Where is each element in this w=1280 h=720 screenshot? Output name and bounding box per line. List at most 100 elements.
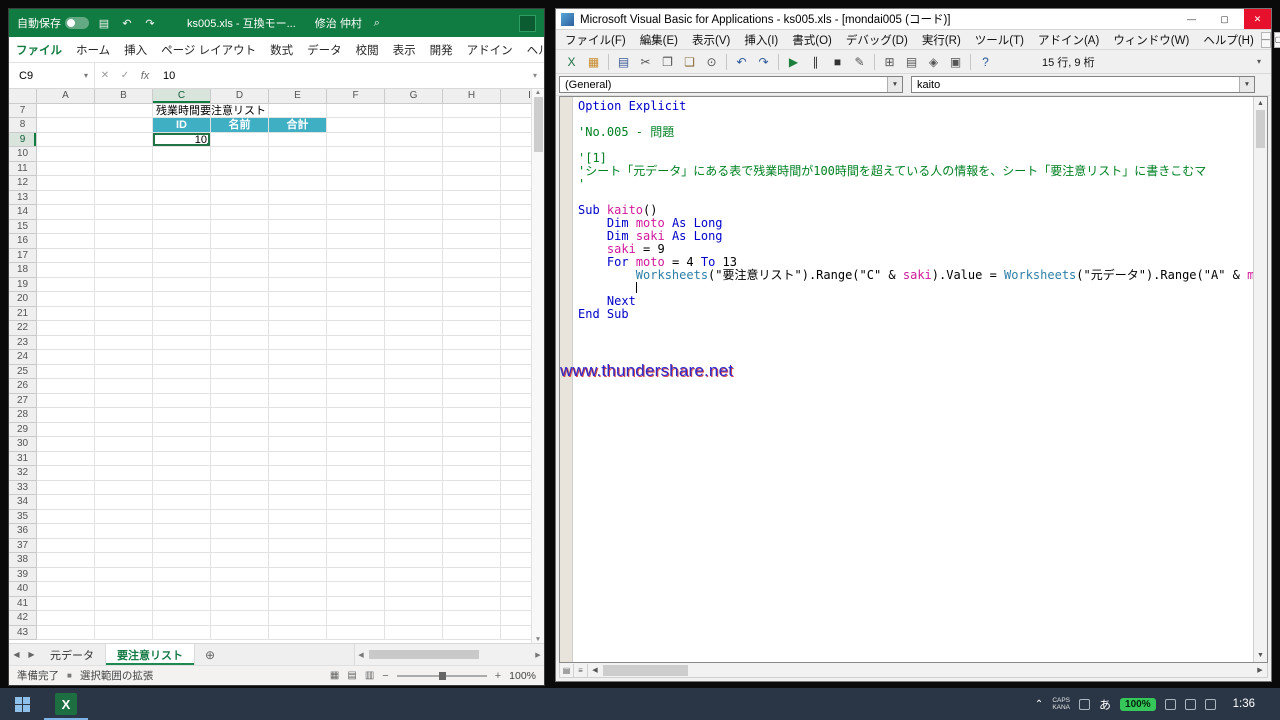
cell-E33[interactable] <box>269 481 327 496</box>
ribbon-tab[interactable]: 校閲 <box>349 42 386 58</box>
cell-A30[interactable] <box>37 437 95 452</box>
scroll-right-icon[interactable]: ▶ <box>532 651 544 659</box>
cell-E37[interactable] <box>269 539 327 554</box>
cell-E39[interactable] <box>269 568 327 583</box>
cell-G35[interactable] <box>385 510 443 525</box>
cell-H25[interactable] <box>443 365 501 380</box>
cell-F38[interactable] <box>327 553 385 568</box>
cell-F8[interactable] <box>327 118 385 133</box>
cell-G18[interactable] <box>385 263 443 278</box>
cell-F14[interactable] <box>327 205 385 220</box>
row-header-9[interactable]: 9 <box>9 133 37 148</box>
cell-B26[interactable] <box>95 379 153 394</box>
cell-E9[interactable] <box>269 133 327 148</box>
cell-D33[interactable] <box>211 481 269 496</box>
cell-B32[interactable] <box>95 466 153 481</box>
cell-A9[interactable] <box>37 133 95 148</box>
design-mode-icon[interactable]: ✎ <box>849 52 870 72</box>
cell-F19[interactable] <box>327 278 385 293</box>
mdi-restore-button[interactable]: ▢ <box>1274 32 1280 48</box>
cell-E21[interactable] <box>269 307 327 322</box>
row-header-37[interactable]: 37 <box>9 539 37 554</box>
cell-E28[interactable] <box>269 408 327 423</box>
cell-C7[interactable]: 残業時間要注意リスト <box>153 104 211 119</box>
cell-H8[interactable] <box>443 118 501 133</box>
cell-B38[interactable] <box>95 553 153 568</box>
save-icon[interactable]: ▤ <box>96 17 112 30</box>
row-header-38[interactable]: 38 <box>9 553 37 568</box>
ribbon-tab[interactable]: ファイル <box>9 42 69 58</box>
cell-B31[interactable] <box>95 452 153 467</box>
column-header-A[interactable]: A <box>37 89 95 104</box>
cell-E36[interactable] <box>269 524 327 539</box>
column-header-H[interactable]: H <box>443 89 501 104</box>
zoom-slider[interactable] <box>397 675 487 677</box>
cell-G33[interactable] <box>385 481 443 496</box>
ribbon-tab[interactable]: 表示 <box>386 42 423 58</box>
cell-G24[interactable] <box>385 350 443 365</box>
cell-H10[interactable] <box>443 147 501 162</box>
cell-G10[interactable] <box>385 147 443 162</box>
cell-A33[interactable] <box>37 481 95 496</box>
cell-H41[interactable] <box>443 597 501 612</box>
cell-B43[interactable] <box>95 626 153 641</box>
cell-B10[interactable] <box>95 147 153 162</box>
cell-I36[interactable] <box>501 524 531 539</box>
cell-D21[interactable] <box>211 307 269 322</box>
cell-A41[interactable] <box>37 597 95 612</box>
row-header-33[interactable]: 33 <box>9 481 37 496</box>
cell-I25[interactable] <box>501 365 531 380</box>
cell-H35[interactable] <box>443 510 501 525</box>
cell-D43[interactable] <box>211 626 269 641</box>
cell-I30[interactable] <box>501 437 531 452</box>
scroll-up-icon[interactable]: ▲ <box>1254 97 1267 110</box>
cell-D26[interactable] <box>211 379 269 394</box>
cell-A24[interactable] <box>37 350 95 365</box>
row-header-31[interactable]: 31 <box>9 452 37 467</box>
cell-C18[interactable] <box>153 263 211 278</box>
sheet-tab-元データ[interactable]: 元データ <box>39 644 106 665</box>
cell-C21[interactable] <box>153 307 211 322</box>
vba-menu-item[interactable]: アドイン(A) <box>1031 32 1106 48</box>
object-dropdown[interactable]: (General) ▼ <box>559 76 903 93</box>
cell-C23[interactable] <box>153 336 211 351</box>
window-button[interactable] <box>519 15 536 32</box>
macro-record-icon[interactable]: ■ <box>67 671 72 680</box>
chevron-down-icon[interactable]: ▼ <box>1239 77 1254 92</box>
cell-H38[interactable] <box>443 553 501 568</box>
cell-H28[interactable] <box>443 408 501 423</box>
cell-I9[interactable] <box>501 133 531 148</box>
cell-F35[interactable] <box>327 510 385 525</box>
cell-C10[interactable] <box>153 147 211 162</box>
cell-C33[interactable] <box>153 481 211 496</box>
cell-D19[interactable] <box>211 278 269 293</box>
cell-C30[interactable] <box>153 437 211 452</box>
ribbon-tab[interactable]: ホーム <box>69 42 117 58</box>
cell-C9[interactable]: 10 <box>153 133 211 148</box>
cell-A35[interactable] <box>37 510 95 525</box>
cell-F29[interactable] <box>327 423 385 438</box>
cell-C42[interactable] <box>153 611 211 626</box>
cell-H42[interactable] <box>443 611 501 626</box>
cell-A34[interactable] <box>37 495 95 510</box>
cell-I28[interactable] <box>501 408 531 423</box>
cell-G9[interactable] <box>385 133 443 148</box>
ribbon-tab[interactable]: 開発 <box>423 42 460 58</box>
insert-userform-icon[interactable]: ▦ <box>583 52 604 72</box>
view-break-icon[interactable]: ▥ <box>365 670 374 681</box>
cell-G25[interactable] <box>385 365 443 380</box>
cell-B12[interactable] <box>95 176 153 191</box>
cell-F15[interactable] <box>327 220 385 235</box>
vba-menu-item[interactable]: ウィンドウ(W) <box>1106 32 1196 48</box>
cell-C32[interactable] <box>153 466 211 481</box>
cell-G27[interactable] <box>385 394 443 409</box>
row-header-34[interactable]: 34 <box>9 495 37 510</box>
vba-menu-item[interactable]: 実行(R) <box>915 32 968 48</box>
ribbon-tab[interactable]: データ <box>300 42 349 58</box>
cell-F43[interactable] <box>327 626 385 641</box>
code-line[interactable]: 'シート「元データ」にある表で残業時間が100時間を超えている人の情報を、シート… <box>578 165 1251 178</box>
cell-A12[interactable] <box>37 176 95 191</box>
cell-E27[interactable] <box>269 394 327 409</box>
cell-I19[interactable] <box>501 278 531 293</box>
vba-menu-item[interactable]: 挿入(I) <box>737 32 785 48</box>
